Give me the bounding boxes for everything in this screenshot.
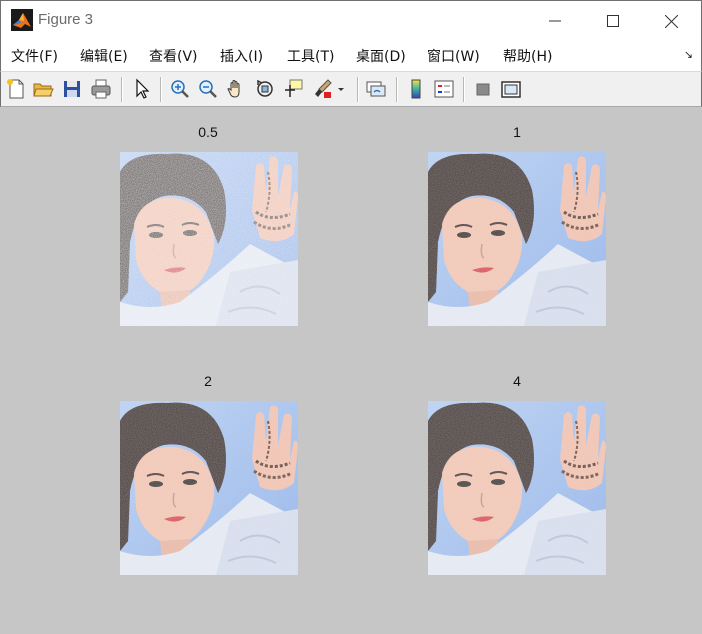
maximize-button[interactable]	[584, 1, 642, 41]
menu-bar: 文件(F) 编辑(E) 查看(V) 插入(I) 工具(T) 桌面(D) 窗口(W…	[0, 40, 702, 71]
menu-dock-arrow-icon[interactable]: ↘	[684, 48, 693, 61]
hide-plot-tools-icon[interactable]	[472, 78, 494, 100]
menu-help[interactable]: 帮助(H)	[503, 46, 552, 66]
minimize-icon	[549, 20, 561, 22]
print-icon[interactable]	[90, 78, 112, 100]
subplot-title-4: 4	[513, 373, 521, 389]
brush-icon[interactable]	[312, 78, 334, 100]
menu-desktop[interactable]: 桌面(D)	[356, 46, 406, 66]
pointer-icon[interactable]	[131, 78, 153, 100]
brush-dropdown-arrow-icon[interactable]	[335, 78, 347, 100]
colorbar-icon[interactable]	[405, 78, 427, 100]
toolbar-separator	[121, 77, 123, 102]
subplot-image-2[interactable]	[120, 401, 298, 575]
show-plot-tools-icon[interactable]	[500, 78, 522, 100]
close-button[interactable]	[642, 1, 700, 41]
title-bar: Figure 3	[0, 0, 702, 40]
menu-window[interactable]: 窗口(W)	[427, 46, 480, 66]
menu-file[interactable]: 文件(F)	[11, 46, 58, 66]
link-plot-icon[interactable]	[365, 78, 387, 100]
open-file-icon[interactable]	[32, 78, 54, 100]
figure-toolbar	[0, 71, 702, 107]
close-icon	[664, 14, 678, 28]
pan-hand-icon[interactable]	[225, 78, 247, 100]
menu-insert[interactable]: 插入(I)	[220, 46, 263, 66]
menu-view[interactable]: 查看(V)	[149, 46, 198, 66]
subplot-title-1: 1	[513, 124, 521, 140]
new-figure-icon[interactable]	[5, 78, 27, 100]
toolbar-separator	[160, 77, 162, 102]
legend-icon[interactable]	[433, 78, 455, 100]
data-cursor-icon[interactable]	[282, 78, 304, 100]
menu-edit[interactable]: 编辑(E)	[80, 46, 128, 66]
rotate-3d-icon[interactable]	[254, 78, 276, 100]
window-title: Figure 3	[38, 11, 94, 28]
figure-canvas: 0.5 1 2 4	[0, 107, 702, 634]
toolbar-separator	[396, 77, 398, 102]
subplot-title-0-5: 0.5	[198, 124, 218, 140]
toolbar-separator	[357, 77, 359, 102]
subplot-image-4[interactable]	[428, 401, 606, 575]
zoom-out-icon[interactable]	[197, 78, 219, 100]
minimize-button[interactable]	[526, 1, 584, 41]
zoom-in-icon[interactable]	[169, 78, 191, 100]
subplot-image-0-5[interactable]	[120, 152, 298, 326]
subplot-title-2: 2	[204, 373, 212, 389]
toolbar-separator	[463, 77, 465, 102]
matlab-logo-icon	[11, 9, 33, 31]
save-icon[interactable]	[61, 78, 83, 100]
maximize-icon	[607, 15, 619, 27]
menu-tools[interactable]: 工具(T)	[287, 46, 334, 66]
subplot-image-1[interactable]	[428, 152, 606, 326]
